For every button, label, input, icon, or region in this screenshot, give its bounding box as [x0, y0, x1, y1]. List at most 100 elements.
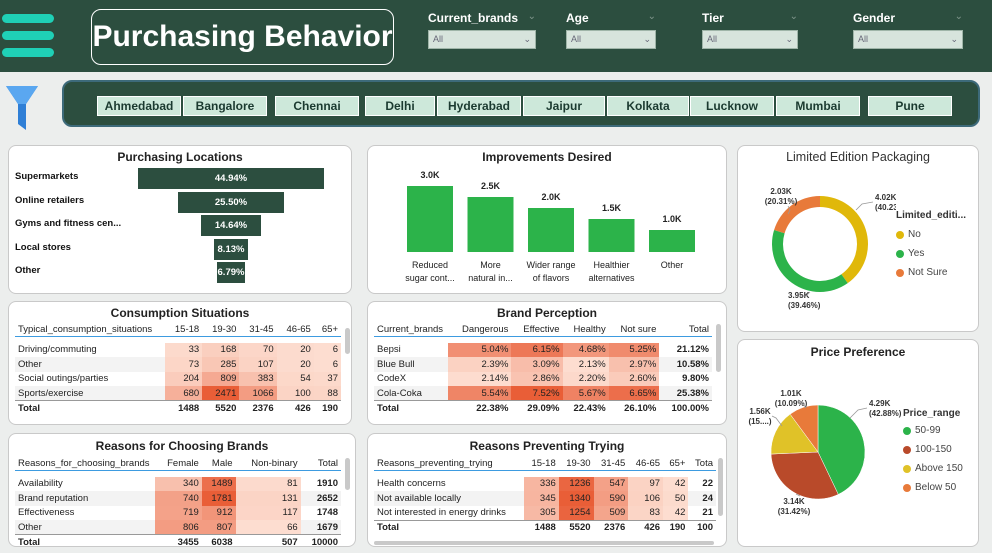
- table-cell: 42: [663, 505, 689, 520]
- table-cell: 5.25%: [608, 342, 660, 357]
- city-button-ahmedabad[interactable]: Ahmedabad: [97, 96, 181, 116]
- legend-item[interactable]: Above 150: [903, 459, 979, 478]
- table-row[interactable]: Other 806 807 66 1679: [15, 520, 341, 535]
- column-header[interactable]: 31-45: [239, 322, 277, 337]
- slicer-gender[interactable]: Gender ⌄ All ⌄: [853, 11, 963, 49]
- table-row[interactable]: Other 73 285 107 20 6: [15, 357, 341, 372]
- menu-icon[interactable]: [2, 14, 54, 64]
- table-row[interactable]: Health concerns 336 1236 547 97 42 22: [374, 476, 716, 491]
- table-row[interactable]: Not interested in energy drinks 305 1254 50…: [374, 505, 716, 520]
- city-filter-bar: Ahmedabad Bangalore Chennai Delhi Hyderabad J…: [62, 80, 980, 127]
- legend-item[interactable]: Yes: [896, 244, 978, 263]
- column-header[interactable]: 15-18: [524, 456, 559, 471]
- reasons-choosing-matrix: Reasons_for_choosing_brands Female Male Non…: [15, 456, 341, 546]
- table-row[interactable]: Cola-Coka 5.54% 7.52% 5.67% 6.65% 25.38%: [374, 386, 712, 401]
- table-row[interactable]: Bepsi 5.04% 6.15% 4.68% 5.25% 21.12%: [374, 342, 712, 357]
- column-header[interactable]: Effective: [511, 322, 563, 337]
- funnel-bar[interactable]: 6.79%: [216, 262, 246, 283]
- legend-title: Price_range: [903, 408, 961, 419]
- legend-item[interactable]: No: [896, 225, 978, 244]
- table-cell: Other: [18, 521, 42, 533]
- funnel-bar[interactable]: 14.64%: [200, 215, 262, 236]
- slice-value-label: 3.14K: [783, 497, 805, 506]
- table-row[interactable]: Effectiveness 719 912 117 1748: [15, 505, 341, 520]
- slice-value-label: 4.29K: [869, 399, 891, 408]
- scrollbar[interactable]: [718, 458, 723, 516]
- city-button-jaipur[interactable]: Jaipur: [523, 96, 605, 116]
- limited-edition-card: Limited Edition Packaging 4.02K(40.23...…: [737, 145, 979, 332]
- column-header[interactable]: 65+: [663, 456, 689, 471]
- funnel-bar[interactable]: 25.50%: [178, 191, 284, 213]
- funnel-bar[interactable]: 8.13%: [214, 238, 248, 260]
- column-header[interactable]: Total: [300, 456, 341, 471]
- slicer-current-brands[interactable]: Current_brands ⌄ All ⌄: [428, 11, 536, 49]
- legend-item[interactable]: 100-150: [903, 440, 979, 459]
- filter-funnel-icon[interactable]: [5, 84, 39, 132]
- column-header[interactable]: 65+: [313, 322, 341, 337]
- scrollbar[interactable]: [716, 324, 721, 372]
- table-header-row: Reasons_preventing_trying 15-18 19-30 31-45…: [374, 456, 716, 471]
- legend-dot-icon: [903, 483, 911, 492]
- table-row[interactable]: Brand reputation 740 1781 131 2652: [15, 491, 341, 506]
- table-cell: 2652: [316, 492, 338, 504]
- table-cell: CodeX: [377, 373, 407, 385]
- column-header[interactable]: Typical_consumption_situations: [15, 322, 165, 337]
- slicer-age[interactable]: Age ⌄ All ⌄: [566, 11, 656, 49]
- city-button-delhi[interactable]: Delhi: [365, 96, 435, 116]
- slicer-tier[interactable]: Tier ⌄ All ⌄: [702, 11, 798, 49]
- city-button-bangalore[interactable]: Bangalore: [183, 96, 267, 116]
- column-header[interactable]: Non-binary: [235, 456, 301, 471]
- funnel-label: Supermarkets: [15, 171, 79, 182]
- column-header[interactable]: Dangerous: [448, 322, 512, 337]
- table-row[interactable]: Social outings/parties 204 809 383 54 37: [15, 371, 341, 386]
- column-header[interactable]: 19-30: [558, 456, 594, 471]
- table-cell: 1489: [201, 476, 236, 491]
- funnel-bar[interactable]: 44.94%: [138, 168, 324, 189]
- column-header[interactable]: 46-65: [628, 456, 664, 471]
- table-cell: 680: [165, 386, 203, 401]
- bar-value-label: 3.0K: [420, 170, 440, 180]
- column-header[interactable]: 19-30: [202, 322, 240, 337]
- column-header[interactable]: Not sure: [608, 322, 660, 337]
- city-button-kolkata[interactable]: Kolkata: [607, 96, 689, 116]
- table-cell: 590: [593, 491, 629, 506]
- legend-item[interactable]: Below 50: [903, 478, 979, 497]
- table-cell: 107: [239, 357, 277, 372]
- chevron-down-icon: ⌄: [785, 34, 793, 44]
- scrollbar[interactable]: [345, 328, 350, 354]
- table-row[interactable]: Sports/exercise 680 2471 1066 100 88: [15, 386, 341, 401]
- table-cell: 66: [235, 520, 301, 535]
- column-header[interactable]: Healthy: [562, 322, 609, 337]
- legend-item[interactable]: Not Sure: [896, 263, 978, 282]
- scrollbar[interactable]: [345, 458, 350, 490]
- column-header[interactable]: Reasons_preventing_trying: [374, 456, 524, 471]
- column-header[interactable]: 46-65: [276, 322, 314, 337]
- city-button-lucknow[interactable]: Lucknow: [690, 96, 774, 116]
- table-cell: 7.52%: [511, 386, 563, 401]
- column-header[interactable]: Reasons_for_choosing_brands: [15, 456, 155, 471]
- legend-item[interactable]: 50-99: [903, 421, 979, 440]
- city-button-chennai[interactable]: Chennai: [275, 96, 359, 116]
- table-row[interactable]: Not available locally 345 1340 590 106 50 24: [374, 491, 716, 506]
- city-button-mumbai[interactable]: Mumbai: [776, 96, 860, 116]
- table-row[interactable]: Driving/commuting 33 168 70 20 6: [15, 342, 341, 357]
- table-row[interactable]: CodeX 2.14% 2.86% 2.20% 2.60% 9.80%: [374, 371, 712, 386]
- table-row[interactable]: Availability 340 1489 81 1910: [15, 476, 341, 491]
- column-header[interactable]: Male: [201, 456, 236, 471]
- city-button-pune[interactable]: Pune: [868, 96, 952, 116]
- city-button-hyderabad[interactable]: Hyderabad: [437, 96, 521, 116]
- category-label: More: [480, 260, 501, 270]
- column-header[interactable]: 31-45: [593, 456, 629, 471]
- table-row[interactable]: Blue Bull 2.39% 3.09% 2.13% 2.97% 10.58%: [374, 357, 712, 372]
- table-cell: 5.04%: [448, 342, 512, 357]
- column-header[interactable]: Female: [155, 456, 202, 471]
- table-cell: 117: [235, 505, 301, 520]
- bar-value-label: 2.0K: [541, 192, 561, 202]
- column-header[interactable]: Tota: [688, 456, 716, 471]
- column-header[interactable]: Current_brands: [374, 322, 448, 337]
- table-cell: 88: [313, 386, 341, 401]
- legend-dot-icon: [896, 268, 904, 277]
- column-header[interactable]: 15-18: [165, 322, 203, 337]
- horizontal-scrollbar[interactable]: [374, 541, 714, 545]
- column-header[interactable]: Total: [659, 322, 712, 337]
